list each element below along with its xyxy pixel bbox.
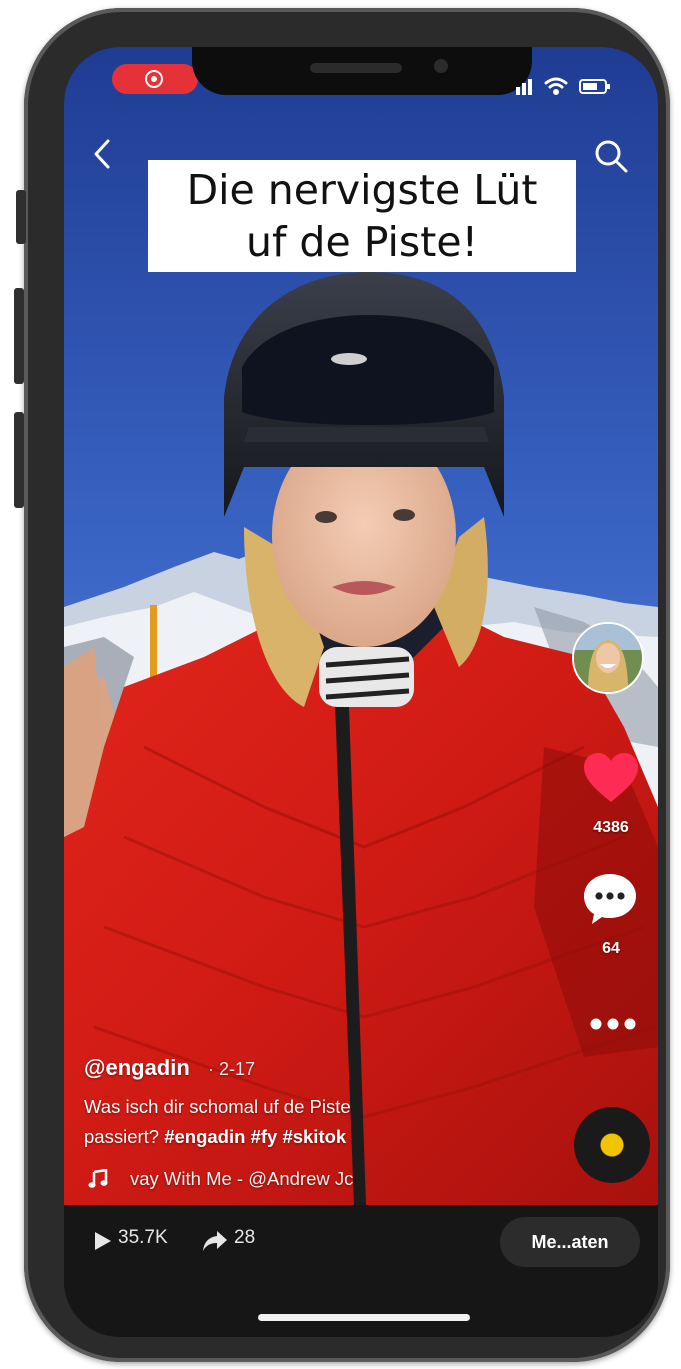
caption-line-1: Die nervigste Lüt (186, 166, 538, 214)
phone-screen: Die nervigste Lüt uf de Piste! 4386 64 @… (64, 47, 658, 1337)
video-caption-overlay: Die nervigste Lüt uf de Piste! (148, 160, 576, 272)
wifi-icon (544, 77, 568, 95)
description-prefix: passiert? (84, 1126, 160, 1147)
bottom-stats-bar: 35.7K 28 Me...aten (64, 1205, 658, 1337)
mute-switch (16, 190, 26, 244)
description-line-1: Was isch dir schomal uf de Piste (84, 1096, 351, 1117)
share-count: 28 (234, 1227, 256, 1248)
heart-icon[interactable] (582, 752, 640, 804)
action-rail: 4386 64 (564, 622, 658, 1183)
music-note-icon (88, 1169, 108, 1188)
volume-up-button (14, 288, 24, 384)
search-icon[interactable] (592, 137, 630, 175)
screen-record-indicator[interactable] (112, 64, 198, 94)
creator-avatar[interactable] (572, 622, 644, 694)
home-indicator[interactable] (258, 1314, 470, 1321)
battery-icon (579, 79, 610, 94)
caption-line-2: uf de Piste! (245, 218, 479, 266)
play-icon (95, 1232, 111, 1250)
music-disc[interactable] (574, 1107, 650, 1183)
speaker-grille (310, 63, 402, 73)
more-icon[interactable] (589, 1017, 637, 1031)
front-camera (434, 59, 448, 73)
comment-icon[interactable] (582, 872, 638, 926)
avatar-photo (574, 624, 642, 692)
signal-icon (516, 79, 532, 95)
record-icon (145, 70, 163, 88)
back-icon[interactable] (90, 137, 112, 171)
description-line-2: passiert? #engadin #fy #skitok (84, 1126, 346, 1148)
action-button[interactable]: Me...aten (500, 1217, 640, 1267)
comment-count: 64 (602, 940, 620, 957)
creator-username[interactable]: @engadin (84, 1055, 190, 1081)
music-title[interactable]: vay With Me - @Andrew Jc (130, 1168, 353, 1190)
post-date: · 2-17 (208, 1059, 256, 1079)
share-icon[interactable] (202, 1230, 228, 1252)
volume-down-button (14, 412, 24, 508)
camera-notch (192, 47, 532, 95)
status-icons (516, 77, 610, 95)
hashtags[interactable]: #engadin #fy #skitok (164, 1126, 346, 1147)
play-count: 35.7K (118, 1227, 168, 1248)
like-count: 4386 (593, 819, 629, 836)
